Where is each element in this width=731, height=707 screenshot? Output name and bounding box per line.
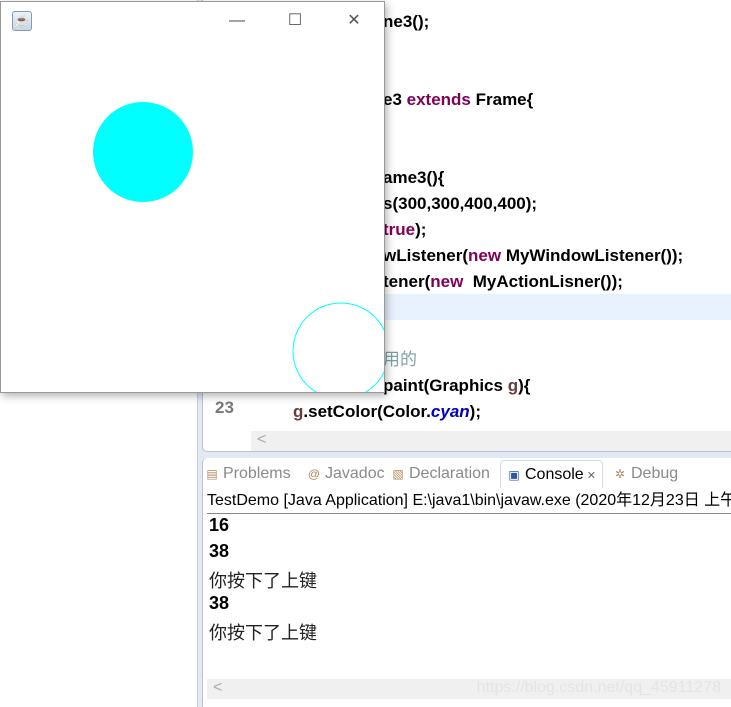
close-tab-icon[interactable]: ✕ — [584, 470, 596, 482]
code-token: tener( — [383, 272, 431, 291]
code-line: true); — [383, 217, 426, 243]
code-token: new — [468, 246, 502, 265]
code-token: true — [383, 220, 416, 239]
tab-label: Declaration — [409, 465, 490, 482]
console-output-line: 你按下了上键 — [209, 623, 317, 644]
close-button[interactable]: ✕ — [339, 10, 369, 32]
minimize-button[interactable]: — — [222, 10, 252, 32]
code-line: wListener(new MyWindowListener()); — [383, 243, 683, 269]
editor-horizontal-scrollbar[interactable]: < — [251, 431, 731, 451]
console-panel: ▤ Problems @ Javadoc ▧ Declaration ▣ Console ✕ ✲… — [202, 458, 731, 707]
code-token: extends — [406, 90, 471, 109]
code-token: ); — [469, 402, 481, 421]
scroll-left-icon[interactable]: < — [257, 431, 266, 449]
code-line: 用的 — [383, 347, 417, 373]
code-line: tener(new MyActionLisner()); — [383, 269, 623, 295]
console-output-line: 38 — [209, 541, 230, 561]
code-line: g.setColor(Color.cyan); — [293, 399, 481, 425]
tab-label: Problems — [223, 465, 291, 482]
declaration-icon: ▧ — [392, 467, 404, 481]
code-token: ); — [415, 220, 427, 239]
filled-cyan-circle — [93, 102, 193, 202]
tab-label: Javadoc — [325, 465, 385, 482]
watermark: https://blog.csdn.net/qq_45911278 — [476, 679, 721, 696]
code-token: Frame{ — [470, 90, 534, 109]
tab-label: Debug — [631, 465, 679, 482]
tab-label: Console — [525, 466, 584, 483]
console-horizontal-scrollbar[interactable]: < https://blog.csdn.net/qq_45911278 — [207, 679, 731, 699]
process-label: TestDemo [Java Application] E:\java1\bin… — [207, 490, 731, 514]
code-token: ){ — [518, 376, 531, 395]
tab-console[interactable]: ▣ Console ✕ — [500, 460, 603, 488]
code-token: MyActionLisner()); — [463, 272, 623, 291]
code-token: 用的 — [383, 350, 417, 370]
code-token: g — [507, 376, 519, 395]
code-line: s(300,300,400,400); — [383, 191, 537, 217]
console-output-line: 16 — [209, 515, 230, 535]
code-line: ame3(){ — [383, 165, 444, 191]
bug-icon: ✲ — [614, 467, 626, 481]
java-cup-icon[interactable]: ☕ — [12, 11, 32, 31]
console-output-line: 你按下了上键 — [209, 571, 317, 592]
at-icon: @ — [307, 467, 321, 481]
frame-canvas — [93, 102, 384, 392]
tab-debug[interactable]: ✲ Debug — [613, 460, 678, 488]
console-output-line: 38 — [209, 593, 230, 613]
code-token: new — [430, 272, 464, 291]
awt-frame-window: ☕ — ☐ ✕ — [0, 1, 385, 393]
code-token: cyan — [430, 402, 470, 421]
tab-declaration[interactable]: ▧ Declaration — [391, 460, 490, 488]
code-line: ne3(); — [383, 9, 429, 35]
view-tabs: ▤ Problems @ Javadoc ▧ Declaration ▣ Console ✕ ✲… — [203, 458, 731, 488]
code-token: e3 — [383, 90, 407, 109]
cyan-outline-circle — [292, 302, 384, 392]
code-token: ne3(); — [383, 12, 430, 31]
scroll-left-icon[interactable]: < — [213, 679, 222, 697]
code-token: wListener( — [383, 246, 469, 265]
code-token: MyWindowListener()); — [501, 246, 684, 265]
code-token: .setColor(Color. — [303, 402, 431, 421]
code-token: g — [293, 402, 304, 421]
tab-javadoc[interactable]: @ Javadoc — [307, 460, 385, 488]
problems-icon: ▤ — [206, 467, 218, 481]
tab-problems[interactable]: ▤ Problems — [205, 460, 291, 488]
code-line: paint(Graphics g){ — [383, 373, 530, 399]
code-line: e3 extends Frame{ — [383, 87, 533, 113]
code-token: ame3(){ — [383, 168, 445, 187]
code-token: s(300,300,400,400); — [383, 194, 538, 213]
maximize-button[interactable]: ☐ — [280, 10, 310, 32]
line-number: 23 — [215, 398, 234, 417]
code-token: paint(Graphics — [383, 376, 508, 395]
console-icon: ▣ — [508, 468, 520, 482]
